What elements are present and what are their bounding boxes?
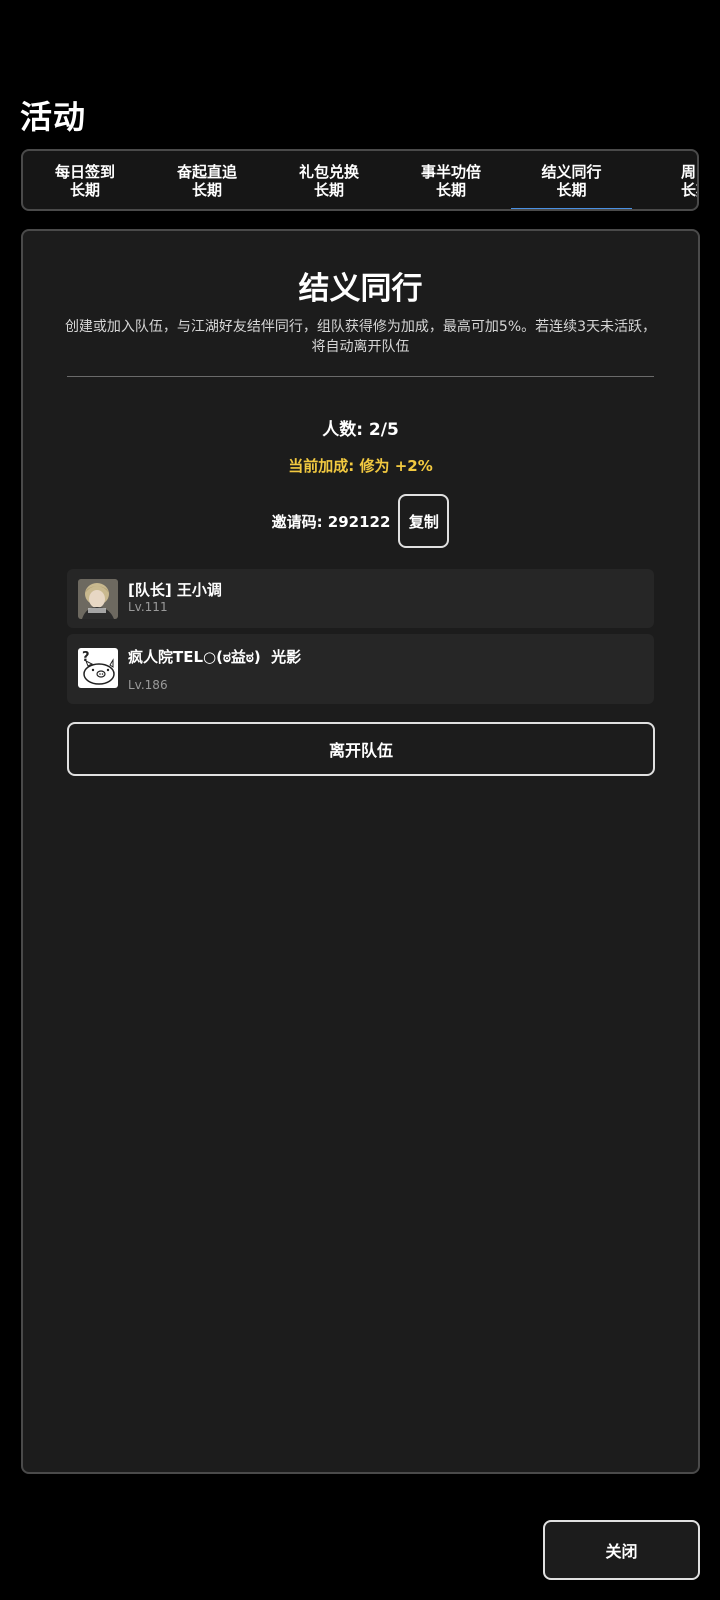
svg-text:?: ? <box>82 650 90 665</box>
current-bonus: 当前加成: 修为 +2% <box>288 457 433 475</box>
tab-label: 礼包兑换 <box>298 163 359 181</box>
tab-label: 每日签到 <box>54 163 115 181</box>
activity-panel: 结义同行 创建或加入队伍，与江湖好友结伴同行，组队获得修为加成，最高可加5%。若… <box>21 229 700 1474</box>
tab-weekly[interactable]: 周常 长期 <box>634 151 697 209</box>
activity-screen: 活动 每日签到 长期 奋起直追 长期 礼包兑换 长期 事半功倍 长期 结义同行 … <box>0 0 720 1600</box>
active-tab-indicator <box>511 208 632 209</box>
pig-avatar: ? <box>78 648 118 688</box>
tab-label: 周常 <box>680 163 697 181</box>
invite-row: 邀请码: 292122 复制 <box>23 493 698 549</box>
portrait-avatar <box>78 579 118 619</box>
tab-catch-up[interactable]: 奋起直追 长期 <box>145 151 269 209</box>
tab-sublabel: 长期 <box>556 181 587 199</box>
tab-sublabel: 长期 <box>69 181 100 199</box>
page-title: 活动 <box>20 98 87 136</box>
close-button[interactable]: 关闭 <box>543 1520 700 1580</box>
member-name: 疯人院TEL○(ಠ益ಠ) 光影 <box>128 648 302 666</box>
tab-sublabel: 长期 <box>191 181 222 199</box>
tab-label: 事半功倍 <box>420 163 481 181</box>
member-level: Lv.186 <box>128 678 168 692</box>
activity-tabs: 每日签到 长期 奋起直追 长期 礼包兑换 长期 事半功倍 长期 结义同行 长期 … <box>21 149 699 211</box>
divider <box>67 376 654 377</box>
tab-double-effect[interactable]: 事半功倍 长期 <box>389 151 513 209</box>
tab-sublabel: 长期 <box>313 181 344 199</box>
copy-button[interactable]: 复制 <box>398 494 450 548</box>
team-member-row: [队长] 王小调 Lv.111 <box>67 569 654 628</box>
team-member-row: ? 疯人院TEL○(ಠ益ಠ) 光影 Lv.186 <box>67 634 654 704</box>
panel-title: 结义同行 <box>298 271 423 307</box>
tab-label: 奋起直追 <box>176 163 237 181</box>
member-count: 人数: 2/5 <box>322 420 399 440</box>
tab-sublabel: 长期 <box>435 181 466 199</box>
tab-gift-redeem[interactable]: 礼包兑换 长期 <box>267 151 391 209</box>
panel-description: 创建或加入队伍，与江湖好友结伴同行，组队获得修为加成，最高可加5%。若连续3天未… <box>64 319 657 355</box>
member-level: Lv.111 <box>128 600 168 614</box>
leave-team-button[interactable]: 离开队伍 <box>67 722 655 776</box>
pig-avatar-icon: ? <box>78 648 118 688</box>
portrait-avatar-icon <box>78 579 118 619</box>
member-name: [队长] 王小调 <box>128 581 222 599</box>
tab-daily-checkin[interactable]: 每日签到 长期 <box>23 151 147 209</box>
tab-label: 结义同行 <box>541 163 602 181</box>
tab-sworn-companions[interactable]: 结义同行 长期 <box>511 151 632 209</box>
invite-code: 邀请码: 292122 <box>271 512 391 531</box>
tab-sublabel: 长期 <box>680 181 697 199</box>
